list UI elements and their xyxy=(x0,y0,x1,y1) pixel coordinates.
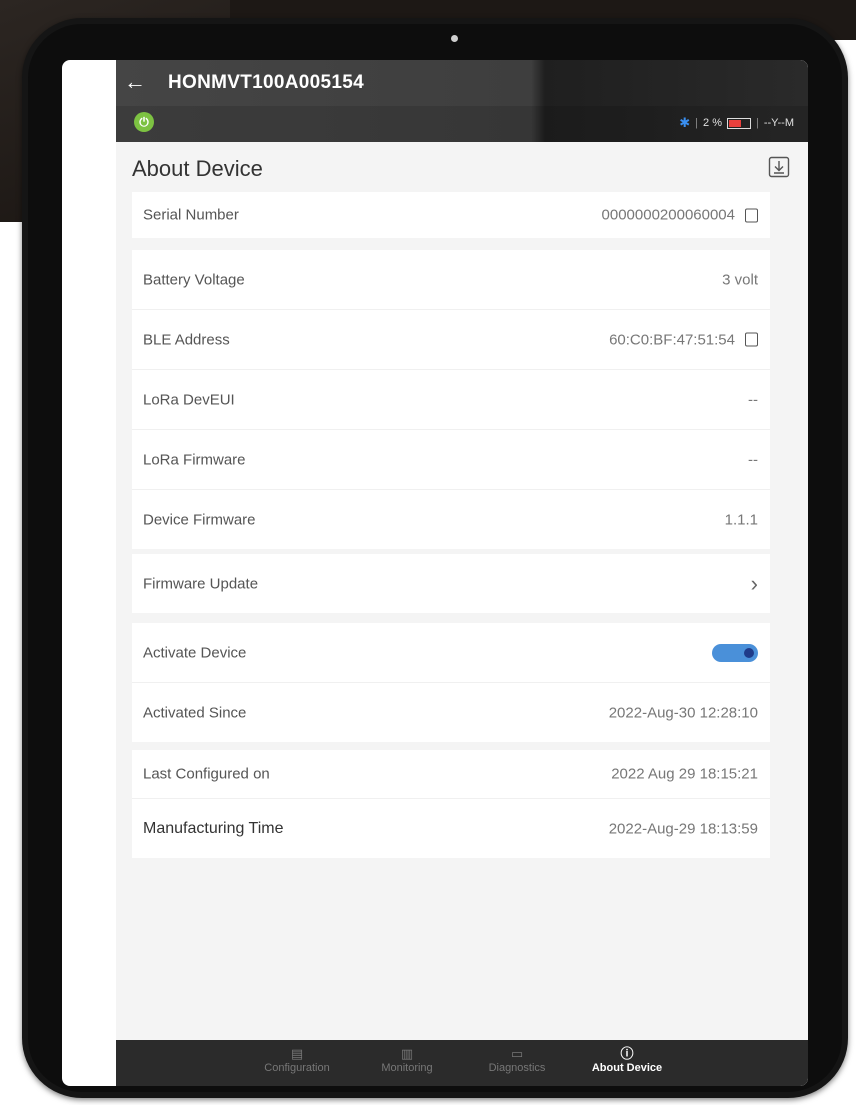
tab-about-device-label: About Device xyxy=(591,1062,663,1074)
tab-monitoring[interactable]: ▥ Monitoring xyxy=(352,1040,462,1086)
activated-since-value: 2022-Aug-30 12:28:10 xyxy=(608,704,758,721)
tab-monitoring-label: Monitoring xyxy=(381,1062,433,1074)
last-configured-row: Last Configured on 2022 Aug 29 18:15:21 xyxy=(132,750,770,799)
firmware-update-label: Firmware Update xyxy=(143,575,259,592)
list-item: BLE Address 60:C0:BF:47:51:54 xyxy=(132,310,770,370)
monitor-icon: ▭ xyxy=(510,1046,524,1061)
tab-diagnostics-label: Diagnostics xyxy=(488,1062,546,1074)
status-divider: | xyxy=(755,117,759,129)
tab-about-device[interactable]: ⓘ About Device xyxy=(572,1040,682,1086)
ble-address-label: BLE Address xyxy=(143,331,230,348)
activate-device-label: Activate Device xyxy=(143,644,247,661)
serial-value-wrap: 0000000200060004 xyxy=(602,207,758,224)
battery-percent: 2 % xyxy=(703,117,722,129)
last-configured-label: Last Configured on xyxy=(143,765,270,783)
battery-icon xyxy=(726,117,751,129)
activate-device-row: Activate Device xyxy=(132,623,770,683)
lora-firmware-value: -- xyxy=(748,451,758,468)
lora-deveui-label: LoRa DevEUI xyxy=(143,391,235,408)
device-firmware-label: Device Firmware xyxy=(143,511,256,528)
status-indicators: ✱ | 2 % | --Y--M xyxy=(679,115,794,131)
info-icon: ⓘ xyxy=(620,1046,634,1061)
manufacturing-time-row: Manufacturing Time 2022-Aug-29 18:13:59 xyxy=(132,799,770,858)
status-row: ⏻ ✱ | 2 % | --Y--M xyxy=(116,106,808,142)
activate-toggle-wrap xyxy=(712,643,758,662)
tab-configuration[interactable]: ▤ Configuration xyxy=(242,1040,352,1086)
last-configured-value: 2022 Aug 29 18:15:21 xyxy=(611,765,758,783)
top-bar: ← HONMVT100A005154 ⏻ ✱ | 2 % | --Y--M xyxy=(116,60,808,142)
title-row: ← HONMVT100A005154 xyxy=(116,60,808,106)
hardware-card: Battery Voltage 3 volt BLE Address 60:C0… xyxy=(132,250,770,549)
app-window: ← HONMVT100A005154 ⏻ ✱ | 2 % | --Y--M Ab… xyxy=(116,60,808,1086)
battery-voltage-value: 3 volt xyxy=(722,271,758,288)
tab-diagnostics[interactable]: ▭ Diagnostics xyxy=(462,1040,572,1086)
activated-since-row: Activated Since 2022-Aug-30 12:28:10 xyxy=(132,683,770,742)
battery-voltage-label: Battery Voltage xyxy=(143,271,245,288)
status-divider: | xyxy=(695,117,699,129)
config-card: Last Configured on 2022 Aug 29 18:15:21 … xyxy=(132,750,770,858)
lora-firmware-label: LoRa Firmware xyxy=(143,451,246,468)
firmware-update-card[interactable]: Firmware Update › xyxy=(132,554,770,613)
bluetooth-icon: ✱ xyxy=(679,115,691,130)
arrow-left-icon[interactable]: ← xyxy=(124,69,146,95)
serial-value: 0000000200060004 xyxy=(601,206,735,224)
power-icon[interactable]: ⏻ xyxy=(134,112,154,132)
list-item: Battery Voltage 3 volt xyxy=(132,250,770,310)
device-firmware-value: 1.1.1 xyxy=(724,511,758,528)
download-icon[interactable] xyxy=(768,156,790,178)
page-header: About Device xyxy=(116,142,808,192)
chevron-right-icon: › xyxy=(750,570,758,596)
bottom-nav: ▤ Configuration ▥ Monitoring ▭ Diagnosti… xyxy=(116,1040,808,1086)
activated-since-label: Activated Since xyxy=(143,704,247,721)
page-title: About Device xyxy=(132,156,263,181)
device-name: HONMVT100A005154 xyxy=(168,72,364,93)
serial-row: Serial Number 0000000200060004 xyxy=(132,192,770,238)
tablet-screen: ← HONMVT100A005154 ⏻ ✱ | 2 % | --Y--M Ab… xyxy=(62,60,808,1086)
firmware-update-row[interactable]: Firmware Update › xyxy=(132,554,770,613)
lora-deveui-value: -- xyxy=(748,391,758,408)
activate-device-toggle[interactable] xyxy=(712,643,758,662)
manufacturing-time-value: 2022-Aug-29 18:13:59 xyxy=(608,820,758,837)
ble-address-value-wrap: 60:C0:BF:47:51:54 xyxy=(609,331,758,348)
list-item: Device Firmware 1.1.1 xyxy=(132,490,770,549)
manufacturing-time-label: Manufacturing Time xyxy=(143,819,284,837)
document-icon: ▤ xyxy=(290,1046,304,1061)
serial-label: Serial Number xyxy=(143,206,239,224)
camera-dot xyxy=(451,35,458,42)
copy-icon[interactable] xyxy=(745,332,758,347)
activation-card: Activate Device Activated Since 2022-Aug… xyxy=(132,623,770,742)
chart-icon: ▥ xyxy=(400,1046,414,1061)
list-item: LoRa DevEUI -- xyxy=(132,370,770,430)
copy-icon[interactable] xyxy=(745,208,758,222)
ble-address-value: 60:C0:BF:47:51:54 xyxy=(609,331,735,348)
signal-text: --Y--M xyxy=(763,117,794,129)
list-item: LoRa Firmware -- xyxy=(132,430,770,490)
serial-card: Serial Number 0000000200060004 xyxy=(132,192,770,238)
tab-configuration-label: Configuration xyxy=(264,1062,330,1074)
